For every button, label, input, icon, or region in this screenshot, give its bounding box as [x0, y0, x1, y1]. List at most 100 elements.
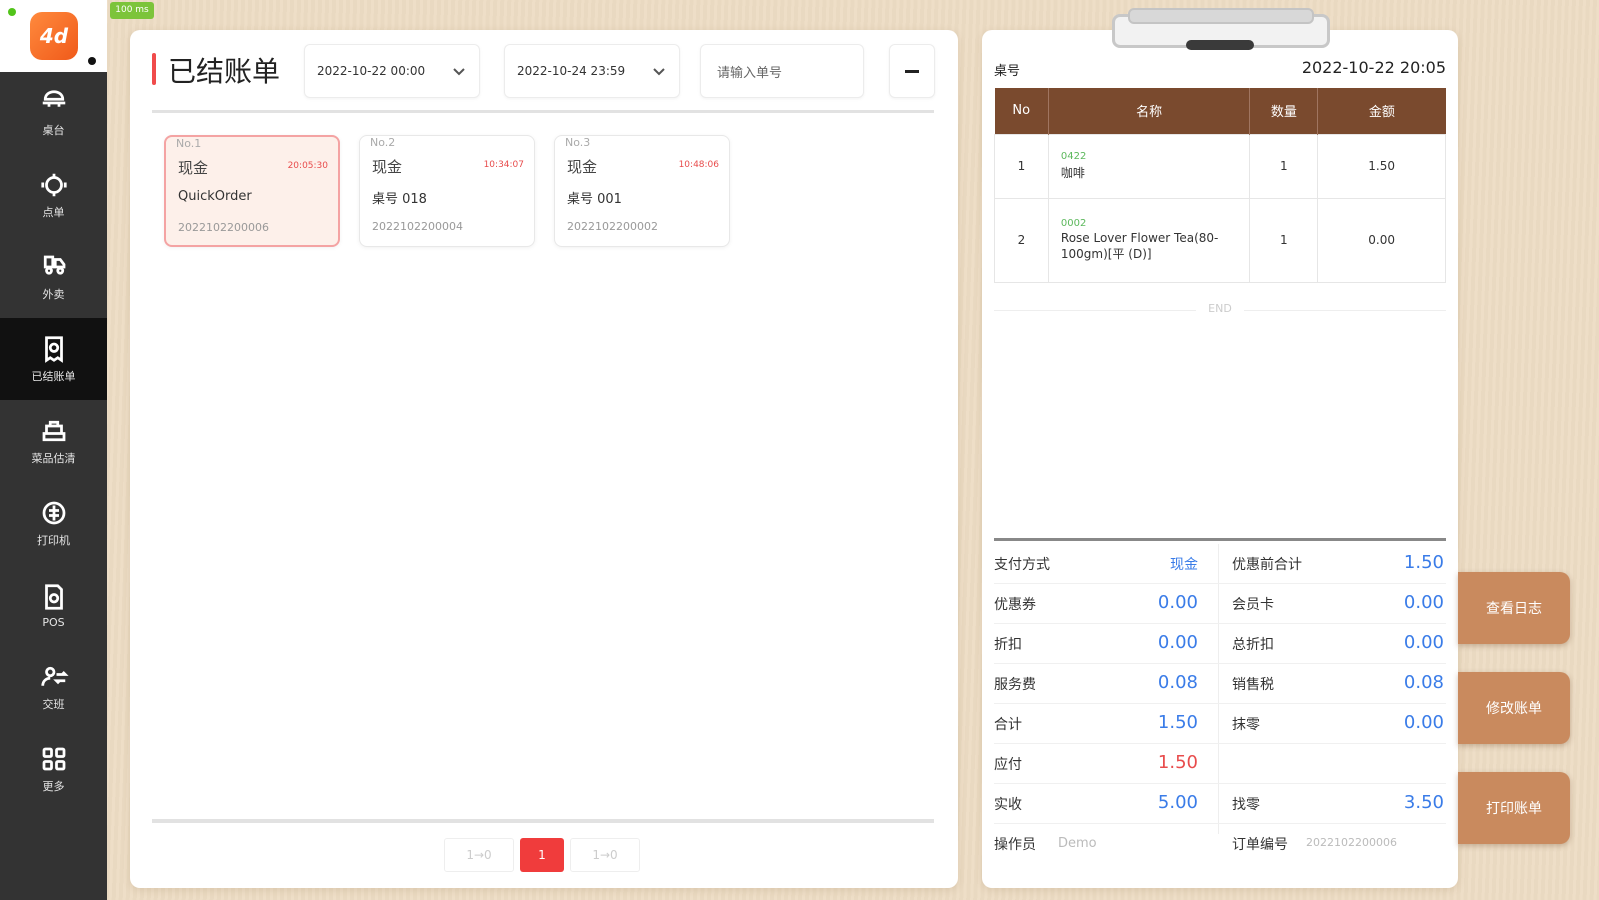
sidebar-item-label: 菜品估清: [31, 452, 76, 465]
summary-label: 总折扣: [1232, 637, 1274, 653]
sidebar-item-label: 更多: [42, 780, 65, 793]
sidebar-item-label: 外卖: [42, 288, 65, 301]
modify-bill-button[interactable]: 修改账单: [1458, 672, 1570, 744]
sidebar: 4d 桌台 点单 外卖 已结账单 菜品估清 打印机 POS 交班 更多: [0, 0, 107, 900]
order-payment-method: 现金: [372, 158, 403, 176]
summary-value: 0.00: [1403, 712, 1444, 733]
table-header-row: No 名称 数量 金额: [994, 88, 1446, 134]
collapse-button[interactable]: [889, 44, 935, 98]
delivery-icon: [43, 255, 65, 275]
end-date-value: 2022-10-24 23:59: [517, 64, 626, 78]
sidebar-item-more[interactable]: 更多: [0, 728, 107, 810]
column-header: 金额: [1317, 88, 1446, 134]
chevron-down-icon: [451, 63, 467, 79]
pagination-prev-button[interactable]: 1→0: [444, 838, 514, 872]
summary-value: 1.50: [1157, 712, 1198, 733]
summary-row: 支付方式 现金 优惠前合计 1.50: [994, 544, 1446, 584]
order-time: 10:34:07: [483, 160, 524, 170]
logo-area: 4d: [0, 0, 107, 72]
table-row: 1 0422 咖啡 1 1.50: [994, 133, 1446, 199]
order-number-search-input[interactable]: 请输入单号: [700, 44, 864, 98]
receipt-datetime: 2022-10-22 20:05: [1301, 58, 1446, 77]
order-time: 10:48:06: [678, 160, 719, 170]
summary-value: 0.00: [1403, 632, 1444, 653]
item-qty: 1: [1249, 133, 1319, 199]
summary-value: 1.50: [1403, 552, 1444, 573]
online-status-dot: [8, 8, 16, 16]
page-title: 已结账单: [168, 55, 281, 88]
summary-label: 销售税: [1232, 677, 1274, 693]
summary-label: 会员卡: [1232, 597, 1274, 613]
sidebar-item-pos[interactable]: POS: [0, 564, 107, 646]
summary-label: 折扣: [994, 637, 1022, 653]
order-index: No.3: [565, 136, 591, 149]
view-log-button[interactable]: 查看日志: [1458, 572, 1570, 644]
pagination-current-page[interactable]: 1: [520, 838, 564, 872]
clipboard-clip-hole: [1186, 40, 1254, 50]
order-icon: [40, 173, 67, 197]
network-latency-badge: 100 ms: [110, 2, 154, 19]
order-table: 桌号 018: [372, 192, 427, 207]
start-date-value: 2022-10-22 00:00: [317, 64, 426, 78]
sidebar-item-label: 桌台: [42, 124, 65, 137]
minus-icon: [905, 69, 919, 73]
sidebar-item-delivery[interactable]: 外卖: [0, 236, 107, 318]
order-card[interactable]: No.2 现金 10:34:07 桌号 018 2022102200004: [359, 135, 535, 247]
pos-icon: [44, 583, 63, 610]
order-time: 20:05:30: [287, 161, 328, 171]
sidebar-item-printer[interactable]: 打印机: [0, 482, 107, 564]
summary-row: 应付 1.50: [994, 744, 1446, 784]
summary-row: 实收 5.00 找零 3.50: [994, 784, 1446, 824]
sidebar-item-dish-stock[interactable]: 菜品估清: [0, 400, 107, 482]
item-amount: 0.00: [1317, 197, 1446, 283]
sidebar-item-order[interactable]: 点单: [0, 154, 107, 236]
app-logo: 4d: [30, 12, 78, 60]
title-accent-bar: [152, 53, 156, 85]
item-amount: 1.50: [1317, 133, 1446, 199]
more-icon: [42, 747, 65, 771]
item-qty: 1: [1249, 197, 1319, 283]
item-name-cell: 0002 Rose Lover Flower Tea(80-100gm)[平 (…: [1047, 197, 1251, 283]
order-card[interactable]: No.1 现金 20:05:30 QuickOrder 202210220000…: [164, 135, 340, 247]
operator-label: 操作员: [994, 837, 1036, 853]
sidebar-item-label: POS: [42, 615, 65, 629]
summary-value: 0.08: [1157, 672, 1198, 693]
summary-label: 服务费: [994, 677, 1036, 693]
summary-label: 优惠前合计: [1232, 557, 1302, 573]
start-date-picker[interactable]: 2022-10-22 00:00: [304, 44, 480, 98]
sidebar-item-shift[interactable]: 交班: [0, 646, 107, 728]
summary-value: 现金: [1170, 557, 1198, 573]
order-number-label: 订单编号: [1232, 837, 1288, 853]
sidebar-item-label: 交班: [42, 698, 65, 711]
order-table: QuickOrder: [178, 189, 252, 204]
order-payment-method: 现金: [567, 158, 598, 176]
pagination-next-button[interactable]: 1→0: [570, 838, 640, 872]
operator-row: 操作员 Demo 订单编号 2022102200006: [994, 824, 1446, 864]
order-table: 桌号 001: [567, 192, 622, 207]
item-no: 1: [994, 133, 1049, 199]
column-header: No: [994, 88, 1049, 134]
item-name: 咖啡: [1060, 166, 1085, 180]
column-header: 名称: [1048, 88, 1251, 134]
summary-value: 0.08: [1403, 672, 1444, 693]
print-bill-button[interactable]: 打印账单: [1458, 772, 1570, 844]
end-marker: END: [1196, 302, 1244, 315]
summary-value: 0.00: [1157, 592, 1198, 613]
summary-label: 应付: [994, 757, 1022, 773]
dish-stock-icon: [42, 420, 65, 442]
end-date-picker[interactable]: 2022-10-24 23:59: [504, 44, 680, 98]
sidebar-item-label: 点单: [42, 206, 65, 219]
order-payment-method: 现金: [178, 159, 209, 177]
divider: [152, 819, 934, 823]
divider: [152, 110, 934, 113]
sidebar-item-table-service[interactable]: 桌台: [0, 72, 107, 154]
summary-value: 1.50: [1157, 752, 1198, 773]
summary-value: 0.00: [1403, 592, 1444, 613]
summary-row: 服务费 0.08 销售税 0.08: [994, 664, 1446, 704]
sidebar-item-settled-bills[interactable]: 已结账单: [0, 318, 107, 400]
order-card[interactable]: No.3 现金 10:48:06 桌号 001 2022102200002: [554, 135, 730, 247]
chevron-down-icon: [651, 63, 667, 79]
column-header: 数量: [1249, 88, 1319, 134]
order-id: 2022102200004: [372, 220, 463, 233]
order-number-value: 2022102200006: [1306, 836, 1397, 849]
